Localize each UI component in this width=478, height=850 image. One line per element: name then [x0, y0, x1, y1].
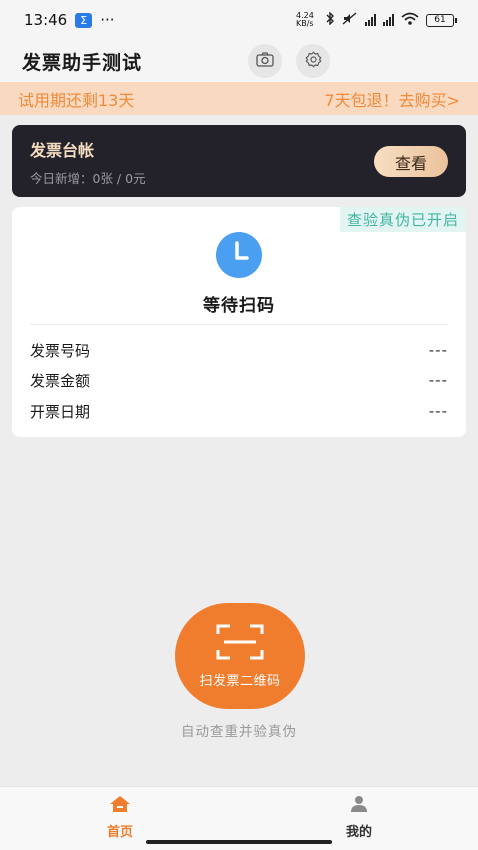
invoice-amount-row: 发票金额 --- [30, 368, 448, 392]
status-right: 4.24 KB/s 61 [296, 11, 457, 28]
wifi-icon [401, 12, 419, 28]
scan-invoice-qr-button[interactable]: 扫发票二维码 [175, 603, 305, 709]
mute-icon [342, 12, 358, 28]
divider [30, 324, 448, 325]
signal-2-icon [383, 14, 394, 26]
battery-icon: 61 [426, 13, 457, 27]
person-icon [349, 795, 369, 817]
buy-link[interactable]: 7天包退！去购买> [324, 87, 460, 111]
nav-item-home[interactable]: 首页 [80, 795, 160, 840]
auto-verify-hint: 自动查重并验真伪 [181, 724, 297, 740]
camera-button[interactable] [248, 44, 283, 78]
settings-button[interactable] [296, 44, 331, 78]
invoice-number-row: 发票号码 --- [30, 338, 448, 362]
nav-label-mine: 我的 [345, 825, 372, 840]
view-ledger-button[interactable]: 查看 [374, 146, 448, 177]
clock-icon [210, 231, 268, 283]
scan-status-text: 等待扫码 [203, 296, 275, 316]
sigma-app-icon: Σ [75, 12, 93, 28]
home-indicator[interactable] [146, 840, 332, 844]
invoice-info-card: 查验真伪已开启 等待扫码 发票号码 --- 发票金额 --- 开票日期 --- [12, 207, 466, 437]
invoice-ledger-card: 发票台帐 今日新增：0张 / 0元 查看 [12, 125, 466, 197]
status-bar: 13:46 Σ ··· 4.24 KB/s 61 [0, 0, 478, 40]
invoice-amount-label: 发票金额 [30, 371, 91, 390]
trial-banner: 试用期还剩13天 7天包退！去购买> [0, 82, 478, 115]
page-title: 发票助手测试 [22, 51, 143, 74]
invoice-date-row: 开票日期 --- [30, 399, 448, 423]
nav-label-home: 首页 [106, 825, 133, 840]
scan-button-label: 扫发票二维码 [199, 673, 281, 689]
gear-icon [305, 50, 322, 72]
nav-item-mine[interactable]: 我的 [319, 795, 399, 840]
network-speed: 4.24 KB/s [296, 11, 314, 28]
invoice-number-label: 发票号码 [30, 341, 91, 360]
header-actions [248, 44, 331, 78]
home-icon [109, 795, 131, 817]
invoice-date-value: --- [428, 402, 448, 420]
status-left: 13:46 Σ ··· [24, 11, 115, 29]
camera-icon [256, 51, 274, 71]
status-more-dots: ··· [100, 11, 115, 29]
invoice-amount-value: --- [428, 371, 448, 389]
invoice-date-label: 开票日期 [30, 402, 91, 421]
bluetooth-icon [325, 11, 335, 28]
trial-remaining-text: 试用期还剩13天 [18, 90, 135, 110]
scan-frame-icon [216, 624, 264, 664]
app-header: 发票助手测试 [0, 40, 478, 82]
signal-1-icon [365, 14, 376, 26]
verify-enabled-badge: 查验真伪已开启 [339, 207, 466, 232]
invoice-number-value: --- [428, 341, 448, 359]
status-time: 13:46 [24, 11, 68, 29]
